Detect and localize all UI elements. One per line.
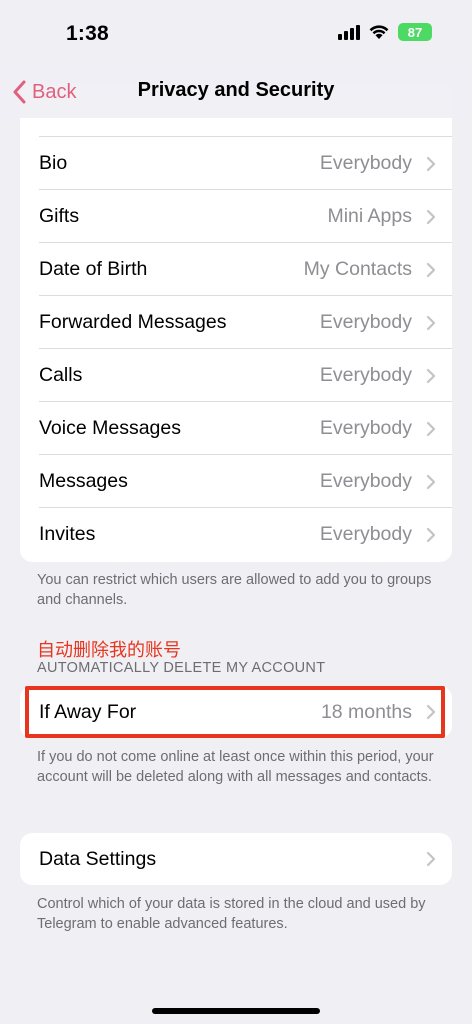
row-label: Date of Birth	[39, 258, 148, 280]
row-value: Everybody	[319, 364, 412, 386]
privacy-row-forwarded-messages[interactable]: Forwarded Messages Everybody	[20, 296, 452, 349]
invites-footnote: You can restrict which users are allowed…	[37, 572, 432, 608]
list-item-partial	[20, 84, 452, 137]
if-away-for-row[interactable]: If Away For 18 months	[20, 686, 452, 738]
row-value: Everybody	[319, 417, 412, 439]
row-value: 18 months	[320, 700, 412, 723]
battery-level: 87	[407, 24, 423, 40]
data-settings-group: Data Settings	[20, 833, 452, 885]
chevron-right-icon	[426, 421, 436, 437]
row-value: Everybody	[319, 152, 412, 174]
data-settings-row[interactable]: Data Settings	[20, 833, 452, 885]
privacy-row-gifts[interactable]: Gifts Mini Apps	[20, 190, 452, 243]
auto-delete-footnote: If you do not come online at least once …	[37, 749, 434, 785]
battery-indicator: 87	[398, 23, 432, 41]
chevron-right-icon	[426, 527, 436, 543]
row-label: Voice Messages	[39, 417, 181, 439]
chevron-right-icon	[426, 156, 436, 172]
row-label: Bio	[39, 152, 68, 174]
row-value: My Contacts	[303, 258, 412, 280]
chevron-right-icon	[426, 851, 436, 867]
row-value: Everybody	[319, 311, 412, 333]
status-time: 1:38	[66, 22, 109, 45]
row-label: Invites	[39, 523, 96, 545]
chevron-right-icon	[426, 474, 436, 490]
home-indicator[interactable]	[152, 1008, 320, 1014]
privacy-row-messages[interactable]: Messages Everybody	[20, 455, 452, 508]
privacy-row-bio[interactable]: Bio Everybody	[20, 137, 452, 190]
chevron-right-icon	[426, 262, 436, 278]
row-value: Everybody	[319, 523, 412, 545]
wifi-icon	[369, 25, 389, 39]
chevron-right-icon	[426, 315, 436, 331]
annotation-label: 自动删除我的账号	[37, 640, 181, 661]
chevron-right-icon	[426, 704, 436, 720]
privacy-settings-group: Bio Everybody Gifts Mini Apps Date of Bi…	[20, 84, 452, 562]
section-header-auto-delete: AUTOMATICALLY DELETE MY ACCOUNT	[37, 660, 326, 676]
row-label: Messages	[39, 470, 128, 492]
row-value: Everybody	[319, 470, 412, 492]
auto-delete-group: If Away For 18 months	[20, 686, 452, 738]
row-value: Mini Apps	[327, 205, 412, 227]
data-settings-footnote: Control which of your data is stored in …	[37, 896, 426, 932]
row-label: If Away For	[39, 700, 137, 723]
privacy-row-calls[interactable]: Calls Everybody	[20, 349, 452, 402]
chevron-right-icon	[426, 368, 436, 384]
privacy-row-invites[interactable]: Invites Everybody	[20, 508, 452, 561]
row-label: Forwarded Messages	[39, 311, 227, 333]
cellular-signal-icon	[338, 24, 360, 40]
row-label: Data Settings	[39, 847, 157, 870]
privacy-row-date-of-birth[interactable]: Date of Birth My Contacts	[20, 243, 452, 296]
row-label: Gifts	[39, 205, 80, 227]
chevron-right-icon	[426, 209, 436, 225]
row-label: Calls	[39, 364, 83, 386]
status-icons: 87	[338, 23, 432, 41]
privacy-row-voice-messages[interactable]: Voice Messages Everybody	[20, 402, 452, 455]
status-bar: 1:38 87	[0, 0, 472, 66]
